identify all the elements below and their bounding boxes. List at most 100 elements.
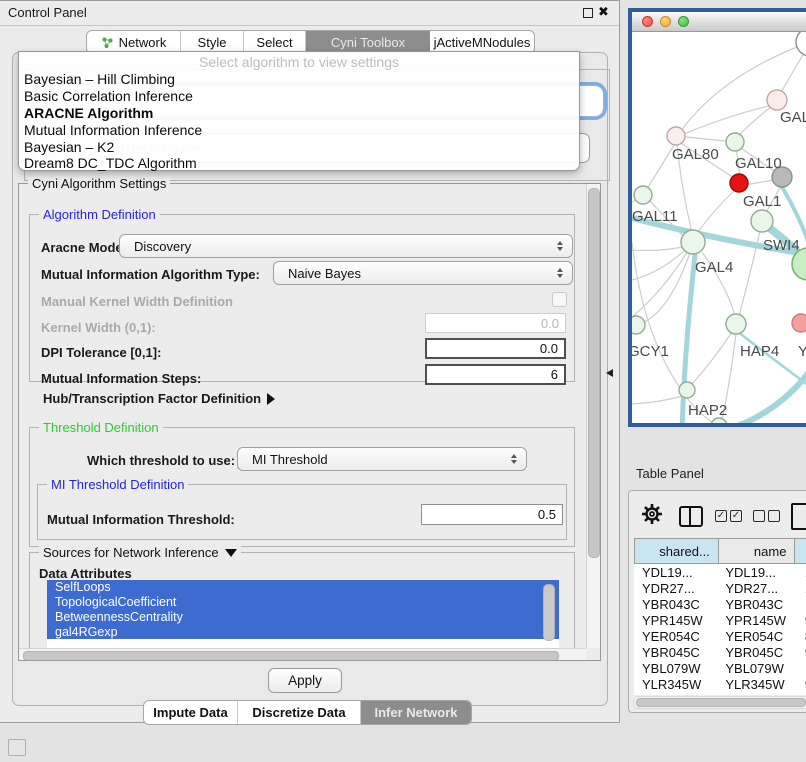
checked-checkbox-icon[interactable]: ✓ <box>730 510 742 522</box>
attribute-item[interactable]: TopologicalCoefficient <box>47 595 559 610</box>
dpi-tolerance-value: 0.0 <box>540 341 558 356</box>
vertical-scrollbar-thumb[interactable] <box>588 188 600 558</box>
column-header-shared[interactable]: shared... <box>635 539 719 564</box>
tab-network[interactable]: Network <box>87 31 181 53</box>
tab-jactivemnodules[interactable]: jActiveMNodules <box>430 31 534 53</box>
cell: YDR27... <box>634 580 717 596</box>
table-row[interactable]: YLR345WYLR345W9. <box>634 676 806 692</box>
cell: YLR345W <box>717 676 797 692</box>
dropdown-item-selected[interactable]: ARACNE Algorithm <box>24 105 153 121</box>
node-hap2[interactable] <box>679 382 695 398</box>
node-label: GAL4 <box>695 259 733 276</box>
apply-button[interactable]: Apply <box>268 668 342 693</box>
attribute-item[interactable]: BetweennessCentrality <box>47 610 559 625</box>
checked-checkbox-icon[interactable]: ✓ <box>715 510 727 522</box>
node-label: GAL11 <box>632 208 678 225</box>
tab-style[interactable]: Style <box>181 31 244 53</box>
table-row[interactable]: YBR043CYBR043C <box>634 596 806 612</box>
dropdown-item[interactable]: Bayesian – Hill Climbing <box>24 71 175 87</box>
node-gal1-red[interactable] <box>730 174 748 192</box>
tab-select-label: Select <box>256 35 292 50</box>
node-salmon[interactable] <box>792 314 806 332</box>
node-top-partial[interactable] <box>796 32 806 56</box>
unchecked-checkbox-icon[interactable] <box>768 510 780 522</box>
aracne-mode-combobox[interactable]: Discovery <box>119 234 573 258</box>
minimize-traffic-light[interactable] <box>660 16 671 27</box>
cell: YDR27... <box>717 580 797 596</box>
node-bottom-partial[interactable] <box>711 418 727 427</box>
unchecked-checkbox-icon[interactable] <box>753 510 765 522</box>
apply-button-label: Apply <box>288 673 322 688</box>
cell: YPR145W <box>634 612 717 628</box>
sources-group-header[interactable]: Sources for Network Inference <box>39 545 241 560</box>
tab-infer-network[interactable]: Infer Network <box>361 701 471 724</box>
minimized-panel-icon[interactable] <box>8 739 26 756</box>
node-pink-top[interactable] <box>767 90 787 110</box>
dpi-tolerance-field[interactable]: 0.0 <box>425 338 566 359</box>
node-swi4[interactable] <box>751 210 773 232</box>
table-row[interactable]: YDR27...YDR27...12 <box>634 580 806 596</box>
tab-discretize-data-label: Discretize Data <box>252 705 345 720</box>
spinner-arrows-icon <box>557 241 563 251</box>
node-gal10[interactable] <box>726 133 744 151</box>
cell: YBR045C <box>717 644 797 660</box>
data-attributes-list[interactable]: SelfLoops TopologicalCoefficient Between… <box>47 580 559 648</box>
mi-type-combobox[interactable]: Naive Bayes <box>273 261 573 285</box>
which-threshold-combobox[interactable]: MI Threshold <box>237 447 527 471</box>
mi-type-value: Naive Bayes <box>288 266 361 281</box>
attribute-item[interactable]: gal4RGexp <box>47 624 559 639</box>
dropdown-item[interactable]: Basic Correlation Inference <box>24 88 193 104</box>
node-label: HAP2 <box>688 402 727 419</box>
table-row[interactable]: YIL052CYIL052C9 <box>634 692 806 695</box>
network-node-labels: GAL GAL80 GAL10 GAL1 GAL11 SWI4 GAL4 GCY… <box>632 109 806 419</box>
list-scrollbar-thumb[interactable] <box>543 584 555 641</box>
float-panel-icon[interactable] <box>583 8 593 18</box>
gear-icon[interactable] <box>641 503 663 525</box>
mi-steps-field[interactable]: 6 <box>425 364 566 385</box>
table-row[interactable]: YBR045CYBR045C9. <box>634 644 806 660</box>
threshold-definition-title: Threshold Definition <box>39 420 163 435</box>
node-gal4[interactable] <box>681 230 705 254</box>
dropdown-item[interactable]: Dream8 DC_TDC Algorithm <box>24 155 197 171</box>
table-row[interactable]: YDL19...YDL19...13 <box>634 564 806 580</box>
tab-discretize-data[interactable]: Discretize Data <box>238 701 361 724</box>
cell: 8. <box>797 628 806 644</box>
zoom-traffic-light[interactable] <box>678 16 689 27</box>
dropdown-item[interactable]: Mutual Information Inference <box>24 122 202 138</box>
table-header-row: shared... name <box>635 539 806 564</box>
table-horizontal-scrollbar[interactable] <box>633 696 806 709</box>
kernel-width-field[interactable]: 0.0 <box>425 313 566 333</box>
tab-impute-data[interactable]: Impute Data <box>144 701 238 724</box>
vertical-scrollbar[interactable] <box>586 184 601 648</box>
column-header-partial[interactable] <box>795 539 806 564</box>
close-panel-icon[interactable]: ✖ <box>598 4 609 20</box>
horizontal-scrollbar[interactable] <box>19 648 586 661</box>
tab-select[interactable]: Select <box>244 31 306 53</box>
table-row[interactable]: YBL079WYBL079W <box>634 660 806 676</box>
dropdown-placeholder: Select algorithm to view settings <box>19 54 579 70</box>
cell: YBR043C <box>717 596 797 612</box>
tab-impute-data-label: Impute Data <box>153 705 227 720</box>
table-scrollbar-thumb[interactable] <box>636 698 806 707</box>
node-gal11[interactable] <box>634 186 652 204</box>
network-window-titlebar[interactable] <box>632 12 806 32</box>
column-header-name[interactable]: name <box>718 539 795 564</box>
hub-definition-expander[interactable]: Hub/Transcription Factor Definition <box>39 391 279 406</box>
table-row[interactable]: YPR145WYPR145W9. <box>634 612 806 628</box>
dropdown-item[interactable]: Bayesian – K2 <box>24 139 114 155</box>
tab-cyni-toolbox[interactable]: Cyni Toolbox <box>306 31 430 53</box>
mi-threshold-field[interactable]: 0.5 <box>421 504 563 525</box>
hub-definition-label: Hub/Transcription Factor Definition <box>43 391 261 406</box>
node-hap4[interactable] <box>726 314 746 334</box>
node-gcy1[interactable] <box>632 316 645 334</box>
manual-kernel-checkbox[interactable] <box>552 292 567 307</box>
horizontal-scrollbar-thumb[interactable] <box>23 651 559 661</box>
close-traffic-light[interactable] <box>642 16 653 27</box>
network-tab-icon <box>101 36 114 49</box>
attribute-item[interactable]: SelfLoops <box>47 580 559 595</box>
document-icon[interactable] <box>791 503 806 530</box>
network-canvas[interactable]: GAL GAL80 GAL10 GAL1 GAL11 SWI4 GAL4 GCY… <box>632 32 806 427</box>
node-gal80[interactable] <box>667 127 685 145</box>
split-columns-icon[interactable] <box>679 506 703 527</box>
table-row[interactable]: YER054CYER054C8. <box>634 628 806 644</box>
